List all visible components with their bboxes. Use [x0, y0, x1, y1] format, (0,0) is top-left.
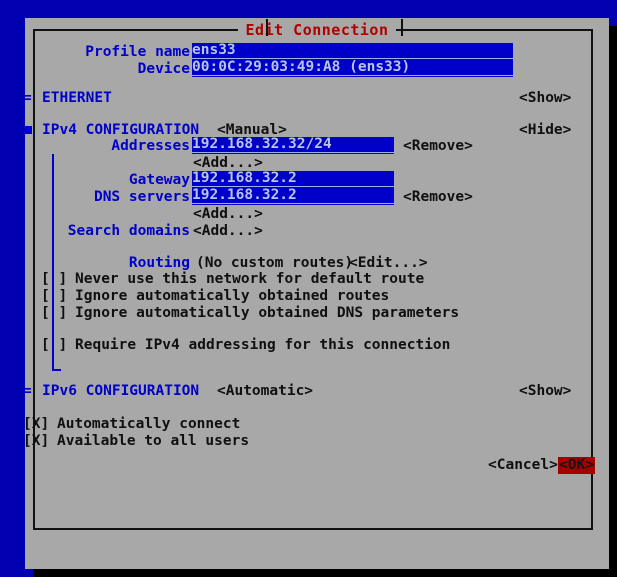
checkbox-ignore-dns-label[interactable]: Ignore automatically obtained DNS parame…: [75, 305, 459, 321]
addresses-add-button[interactable]: <Add...>: [193, 155, 263, 171]
checkbox-ignore-routes-label[interactable]: Ignore automatically obtained routes: [75, 288, 389, 304]
ipv4-section-rail-foot: [52, 369, 61, 371]
dns-servers-underline-0: [192, 203, 394, 204]
ipv6-section-label: IPv6 CONFIGURATION: [42, 383, 200, 399]
ethernet-marker-icon: =: [23, 90, 32, 106]
edit-connection-dialog: Edit Connection Profile name ens33 Devic…: [23, 18, 609, 569]
dns-servers-label: DNS servers: [93, 189, 190, 205]
dns-servers-remove-button[interactable]: <Remove>: [403, 189, 473, 205]
addresses-value-0: 192.168.32.32/24: [192, 137, 332, 152]
device-value: 00:0C:29:03:49:A8 (ens33): [192, 60, 411, 75]
ipv6-mode-dropdown[interactable]: <Automatic>: [217, 383, 313, 399]
title-tick-right-icon: [401, 19, 403, 36]
dns-servers-input-0[interactable]: 192.168.32.2: [192, 188, 394, 205]
device-input[interactable]: 00:0C:29:03:49:A8 (ens33): [192, 60, 513, 77]
ipv4-section-label: IPv4 CONFIGURATION: [42, 122, 200, 138]
cancel-button[interactable]: <Cancel>: [488, 457, 558, 473]
gateway-value: 192.168.32.2: [192, 171, 297, 186]
ethernet-show-button[interactable]: <Show>: [519, 90, 571, 106]
addresses-underline-0: [192, 152, 394, 153]
checkbox-require-ipv4-mark[interactable]: [ ]: [41, 337, 67, 353]
checkbox-never-default-route-label[interactable]: Never use this network for default route: [75, 271, 424, 287]
checkbox-available-all-users-mark[interactable]: [X]: [23, 433, 49, 449]
addresses-label: Addresses: [111, 138, 190, 154]
addresses-input-0[interactable]: 192.168.32.32/24: [192, 137, 394, 154]
title-tick-left-icon: [266, 19, 268, 36]
search-domains-label: Search domains: [67, 223, 190, 239]
checkbox-auto-connect-label[interactable]: Automatically connect: [57, 416, 240, 432]
gateway-input[interactable]: 192.168.32.2: [192, 171, 394, 188]
checkbox-available-all-users-label[interactable]: Available to all users: [57, 433, 249, 449]
gateway-label: Gateway: [128, 172, 190, 188]
checkbox-require-ipv4-label[interactable]: Require IPv4 addressing for this connect…: [75, 337, 450, 353]
profile-name-underline: [192, 58, 513, 59]
dialog-title-wrap: Edit Connection: [237, 20, 397, 39]
ipv6-show-button[interactable]: <Show>: [519, 383, 571, 399]
profile-name-input[interactable]: ens33: [192, 43, 513, 60]
checkbox-ignore-routes-mark[interactable]: [ ]: [41, 288, 67, 304]
addresses-remove-button[interactable]: <Remove>: [403, 138, 473, 154]
routing-status: (No custom routes): [196, 255, 354, 271]
ipv4-mode-dropdown[interactable]: <Manual>: [217, 122, 287, 138]
device-underline: [192, 75, 513, 76]
routing-edit-button[interactable]: <Edit...>: [349, 255, 428, 271]
checkbox-auto-connect-mark[interactable]: [X]: [23, 416, 49, 432]
profile-name-label: Profile name: [85, 44, 190, 60]
ipv6-marker-icon: =: [23, 383, 32, 399]
ipv4-marker-icon: [24, 126, 32, 134]
checkbox-ignore-dns-mark[interactable]: [ ]: [41, 305, 67, 321]
routing-label: Routing: [128, 255, 190, 271]
gateway-underline: [192, 186, 394, 187]
ipv4-hide-button[interactable]: <Hide>: [519, 122, 571, 138]
ok-button[interactable]: <OK>: [558, 457, 595, 474]
dns-servers-add-button[interactable]: <Add...>: [193, 206, 263, 222]
device-label: Device: [137, 61, 190, 77]
dns-servers-value-0: 192.168.32.2: [192, 188, 297, 203]
dialog-content: Profile name ens33 Device 00:0C:29:03:49…: [23, 18, 609, 569]
checkbox-never-default-route-mark[interactable]: [ ]: [41, 271, 67, 287]
profile-name-value: ens33: [192, 43, 236, 58]
search-domains-add-button[interactable]: <Add...>: [193, 223, 263, 239]
ethernet-section-label: ETHERNET: [42, 90, 112, 106]
